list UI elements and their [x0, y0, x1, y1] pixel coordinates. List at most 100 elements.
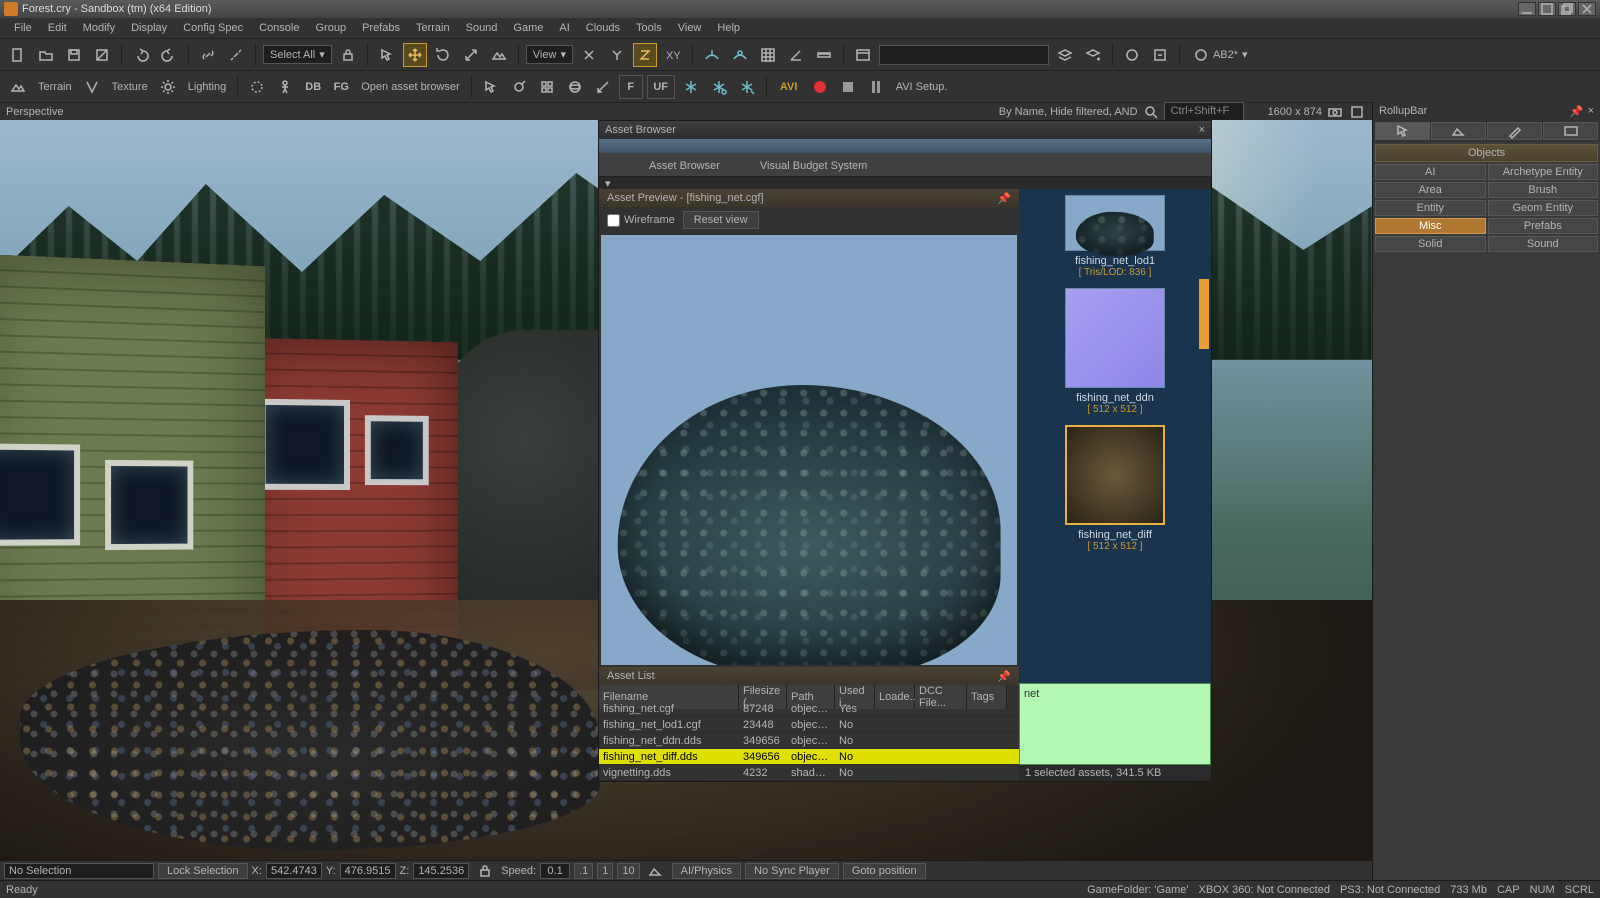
- object-list-icon[interactable]: [851, 43, 875, 67]
- open-asset-browser-label[interactable]: Open asset browser: [357, 81, 463, 93]
- minimize-button[interactable]: [1518, 2, 1536, 16]
- rollup-btn-archetype-entity[interactable]: Archetype Entity: [1488, 164, 1599, 180]
- menu-config-spec[interactable]: Config Spec: [175, 20, 251, 36]
- speed-value[interactable]: 0.1: [540, 863, 570, 879]
- wireframe-checkbox[interactable]: Wireframe: [607, 214, 675, 227]
- layers-icon[interactable]: [1053, 43, 1077, 67]
- link-icon[interactable]: [196, 43, 220, 67]
- coord-view-dropdown[interactable]: View▾: [526, 45, 573, 64]
- asset-preview-viewport[interactable]: [601, 235, 1017, 665]
- measure-tool-icon[interactable]: [591, 75, 615, 99]
- rollup-objects-header[interactable]: Objects: [1375, 144, 1598, 162]
- menu-game[interactable]: Game: [505, 20, 551, 36]
- lock-selection-icon[interactable]: [336, 43, 360, 67]
- pin-icon[interactable]: 📌: [997, 670, 1011, 683]
- record-button[interactable]: [808, 75, 832, 99]
- uf-button[interactable]: UF: [647, 75, 675, 99]
- rollup-tab-create[interactable]: [1375, 122, 1430, 140]
- cursor-tool-icon[interactable]: [479, 75, 503, 99]
- axis-x-icon[interactable]: [577, 43, 601, 67]
- menu-view[interactable]: View: [670, 20, 710, 36]
- menu-group[interactable]: Group: [307, 20, 354, 36]
- asset-search-input[interactable]: net: [1019, 683, 1211, 765]
- redo-icon[interactable]: [157, 43, 181, 67]
- maximize-button[interactable]: [1538, 2, 1556, 16]
- physics-tool-icon[interactable]: [507, 75, 531, 99]
- lock-coords-icon[interactable]: [473, 859, 497, 883]
- f-button[interactable]: F: [619, 75, 643, 99]
- lighting-label[interactable]: Lighting: [184, 81, 231, 93]
- named-selection-input[interactable]: [879, 45, 1049, 65]
- fg-button[interactable]: FG: [329, 75, 353, 99]
- lock-selection-button[interactable]: Lock Selection: [158, 863, 248, 879]
- table-row[interactable]: vignetting.dds4232shaders/...No: [599, 765, 1019, 781]
- table-row[interactable]: fishing_net_diff.dds349656objects/...No: [599, 749, 1019, 765]
- speed-preset-1[interactable]: 1: [597, 863, 613, 879]
- goto-position-button[interactable]: Goto position: [843, 863, 926, 879]
- ab2-dropdown[interactable]: AB2*▾: [1187, 45, 1254, 65]
- rollup-btn-area[interactable]: Area: [1375, 182, 1486, 198]
- texture-editor-icon[interactable]: [80, 75, 104, 99]
- coord-x[interactable]: 542.4743: [266, 863, 322, 879]
- rollup-tab-modify[interactable]: [1487, 122, 1542, 140]
- snap-terrain-icon[interactable]: [700, 43, 724, 67]
- camera-options-icon[interactable]: [1326, 104, 1344, 120]
- terrain-label[interactable]: Terrain: [34, 81, 76, 93]
- restore-button[interactable]: [1558, 2, 1576, 16]
- open-icon[interactable]: [34, 43, 58, 67]
- close-button[interactable]: [1578, 2, 1596, 16]
- avi-setup-label[interactable]: AVI Setup.: [892, 81, 952, 93]
- undo-icon[interactable]: [129, 43, 153, 67]
- rollup-btn-ai[interactable]: AI: [1375, 164, 1486, 180]
- rollup-btn-solid[interactable]: Solid: [1375, 236, 1486, 252]
- snap-grid-icon[interactable]: [756, 43, 780, 67]
- rotate-icon[interactable]: [431, 43, 455, 67]
- select-terrain-icon[interactable]: [487, 43, 511, 67]
- scale-icon[interactable]: [459, 43, 483, 67]
- texture-label[interactable]: Texture: [108, 81, 152, 93]
- menu-console[interactable]: Console: [251, 20, 307, 36]
- thumb-diff[interactable]: fishing_net_diff [ 512 x 512 ]: [1060, 425, 1170, 552]
- thumb-scrollbar[interactable]: [1199, 279, 1209, 349]
- speed-preset-01[interactable]: .1: [574, 863, 593, 879]
- terrain-editor-icon[interactable]: [6, 75, 30, 99]
- unlink-icon[interactable]: [224, 43, 248, 67]
- menu-ai[interactable]: AI: [551, 20, 577, 36]
- ruler-icon[interactable]: [812, 43, 836, 67]
- axis-xy-icon[interactable]: XY: [661, 43, 685, 67]
- menu-display[interactable]: Display: [123, 20, 175, 36]
- avi-button[interactable]: AVI: [774, 75, 804, 99]
- search-icon[interactable]: [1142, 104, 1160, 120]
- snap-angle-icon[interactable]: [784, 43, 808, 67]
- coord-z[interactable]: 145.2536: [413, 863, 469, 879]
- menu-edit[interactable]: Edit: [40, 20, 75, 36]
- tab-asset-browser[interactable]: Asset Browser: [639, 156, 730, 176]
- new-icon[interactable]: [6, 43, 30, 67]
- menu-clouds[interactable]: Clouds: [578, 20, 628, 36]
- speed-preset-10[interactable]: 10: [617, 863, 639, 879]
- menu-sound[interactable]: Sound: [458, 20, 506, 36]
- lighting-editor-icon[interactable]: [156, 75, 180, 99]
- menu-tools[interactable]: Tools: [628, 20, 670, 36]
- snap-normal-icon[interactable]: [728, 43, 752, 67]
- stop-button[interactable]: [836, 75, 860, 99]
- viewport-label[interactable]: Perspective: [6, 106, 63, 118]
- rollup-btn-sound[interactable]: Sound: [1488, 236, 1599, 252]
- table-row[interactable]: fishing_net_ddn.dds349656objects/...No: [599, 733, 1019, 749]
- grid-tool-icon[interactable]: [535, 75, 559, 99]
- rollup-tab-display[interactable]: [1543, 122, 1598, 140]
- menu-prefabs[interactable]: Prefabs: [354, 20, 408, 36]
- asset-browser-titlebar[interactable]: Asset Browser ×: [599, 121, 1211, 139]
- col-dcc[interactable]: DCC File...: [915, 685, 967, 709]
- rollup-btn-prefabs[interactable]: Prefabs: [1488, 218, 1599, 234]
- coord-y[interactable]: 476.9515: [340, 863, 396, 879]
- viewport-search-input[interactable]: Ctrl+Shift+F: [1164, 102, 1244, 122]
- sphere-tool-icon[interactable]: [563, 75, 587, 99]
- rollup-tab-terrain[interactable]: [1431, 122, 1486, 140]
- menu-file[interactable]: File: [6, 20, 40, 36]
- terrain-collision-icon[interactable]: [644, 859, 668, 883]
- menu-modify[interactable]: Modify: [75, 20, 123, 36]
- rollup-pin-icon[interactable]: 📌: [1570, 105, 1584, 118]
- pause-button[interactable]: [864, 75, 888, 99]
- reset-view-button[interactable]: Reset view: [683, 211, 759, 229]
